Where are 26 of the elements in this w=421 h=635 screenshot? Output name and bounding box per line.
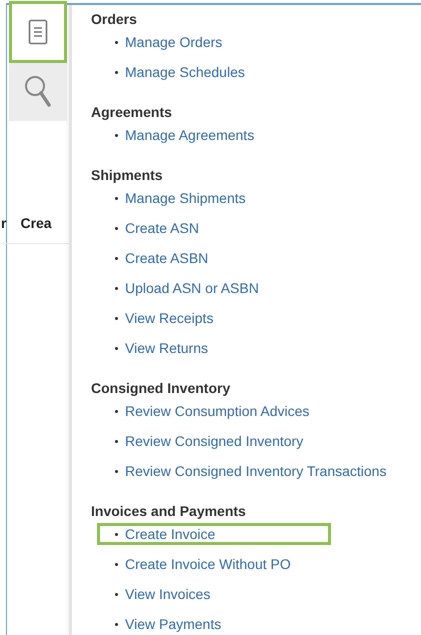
task-link[interactable]: Review Consigned Inventory <box>97 430 306 452</box>
section-heading: Orders <box>91 10 138 29</box>
task-link[interactable]: Create Invoice <box>97 523 331 545</box>
list-icon <box>28 19 48 45</box>
section-heading: Consigned Inventory <box>91 379 232 398</box>
task-link[interactable]: Manage Agreements <box>97 124 258 146</box>
task-link[interactable]: View Receipts <box>97 307 216 329</box>
task-link[interactable]: Create ASBN <box>97 247 212 269</box>
column-header: Crea <box>20 215 52 231</box>
task-link[interactable]: Create ASN <box>97 217 202 239</box>
task-link[interactable]: Manage Shipments <box>97 187 249 209</box>
section-heading: Invoices and Payments <box>91 502 247 521</box>
task-link[interactable]: Create Invoice Without PO <box>97 553 294 575</box>
task-link[interactable]: View Returns <box>97 337 212 359</box>
task-link[interactable]: Review Consigned Inventory Transactions <box>97 460 390 482</box>
task-link[interactable]: Manage Orders <box>97 31 226 53</box>
section-heading: Shipments <box>91 166 164 185</box>
task-link[interactable]: Manage Schedules <box>97 61 248 83</box>
task-link[interactable]: View Invoices <box>97 583 214 605</box>
task-link[interactable]: View Payments <box>97 613 224 635</box>
task-link[interactable]: Review Consumption Advices <box>97 400 312 422</box>
side-tab[interactable] <box>9 1 67 63</box>
search-icon <box>24 75 52 109</box>
section-heading: Agreements <box>91 103 173 122</box>
task-link[interactable]: Upload ASN or ASBN <box>97 277 262 299</box>
side-tab[interactable] <box>9 63 67 121</box>
